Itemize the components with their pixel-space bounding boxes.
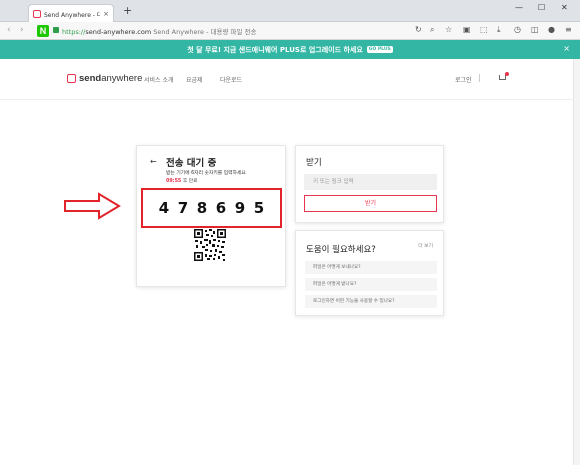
expiry-timer: 09:55 후 만료: [166, 179, 198, 184]
url-domain: send-anywhere.com: [85, 28, 152, 36]
waiting-title: 전송 대기 중: [166, 158, 217, 169]
annotation-arrow-icon: [64, 192, 121, 220]
promo-text[interactable]: 첫 달 무료! 지금 샌드애니웨어 PLUS로 업그레이드 하세요: [187, 45, 363, 55]
tab-title: Send Anywhere - 대용량: [44, 11, 101, 19]
naver-home-icon[interactable]: N: [37, 25, 49, 37]
minimize-button[interactable]: —: [515, 3, 523, 12]
key-digit: 7: [177, 199, 189, 217]
profile-icon[interactable]: ●: [548, 25, 555, 34]
url-field[interactable]: https://send-anywhere.com Send Anywhere …: [62, 26, 257, 36]
help-more-link[interactable]: 더 보기: [418, 242, 433, 249]
key-instruction: 받는 기기에 6자리 숫자키를 입력하세요: [166, 171, 246, 176]
faq-item[interactable]: 로그인하면 어떤 기능을 사용할 수 있나요?: [305, 295, 437, 308]
nav-pricing[interactable]: 요금제: [186, 75, 203, 84]
logo-text: sendanywhere: [79, 73, 143, 84]
page-scrollbar[interactable]: [573, 59, 580, 465]
site-header: sendanywhere 서비스 소개 요금제 다운로드 로그인: [0, 59, 580, 100]
sidebar-icon[interactable]: ◫: [531, 25, 539, 34]
tab-close-button[interactable]: ×: [103, 10, 109, 18]
forward-button[interactable]: ›: [20, 25, 24, 35]
help-card: 도움이 필요하세요? 더 보기 파일은 어떻게 보내나요? 파일은 어떻게 받나…: [295, 230, 444, 316]
browser-tab[interactable]: Send Anywhere - 대용량 ×: [28, 4, 114, 23]
back-arrow-icon[interactable]: ←: [150, 157, 157, 166]
key-digit: 5: [253, 199, 265, 217]
key-digit: 9: [234, 199, 246, 217]
faq-item[interactable]: 파일은 어떻게 보내나요?: [305, 261, 437, 274]
extension-icon[interactable]: ▣: [463, 25, 471, 34]
receive-card: 받기 받기: [295, 145, 444, 223]
nav-service-intro[interactable]: 서비스 소개: [144, 75, 174, 84]
qr-code: [194, 229, 226, 261]
sendanywhere-favicon-icon: [33, 10, 41, 18]
notification-dot: [505, 72, 509, 76]
address-bar: ‹ › N https://send-anywhere.com Send Any…: [0, 22, 580, 40]
faq-item[interactable]: 파일은 어떻게 받나요?: [305, 278, 437, 291]
url-protocol: https://: [62, 28, 86, 36]
url-page-title: Send Anywhere - 대용량 파일 전송: [153, 28, 257, 36]
key-digit: 6: [215, 199, 227, 217]
back-button[interactable]: ‹: [7, 25, 11, 35]
history-icon[interactable]: ◷: [514, 25, 521, 34]
cart-icon[interactable]: [498, 72, 509, 82]
site-logo[interactable]: sendanywhere: [67, 73, 142, 84]
transfer-key-box: 4 7 8 6 9 5: [141, 188, 282, 228]
browser-tab-strip: Send Anywhere - 대용량 × + — ☐ ✕: [0, 0, 580, 23]
key-or-link-input[interactable]: [304, 174, 437, 190]
receive-button[interactable]: 받기: [304, 195, 437, 212]
go-plus-badge[interactable]: GO PLUS: [366, 46, 393, 53]
key-digit: 4: [158, 199, 170, 217]
help-title: 도움이 필요하세요?: [306, 245, 376, 255]
download-icon[interactable]: ⤓: [497, 25, 501, 35]
transfer-waiting-card: ← 전송 대기 중 받는 기기에 6자리 숫자키를 입력하세요 09:55 후 …: [136, 145, 286, 287]
bookmark-star-icon[interactable]: ☆: [445, 25, 452, 34]
close-window-button[interactable]: ✕: [561, 3, 568, 12]
maximize-button[interactable]: ☐: [538, 3, 545, 12]
key-digit: 8: [196, 199, 208, 217]
lock-icon: [53, 27, 59, 33]
new-tab-button[interactable]: +: [123, 4, 132, 18]
capture-icon[interactable]: ⬚: [480, 25, 488, 34]
promo-banner: 첫 달 무료! 지금 샌드애니웨어 PLUS로 업그레이드 하세요 GO PLU…: [0, 40, 580, 59]
login-link[interactable]: 로그인: [455, 75, 472, 84]
nav-download[interactable]: 다운로드: [220, 75, 242, 84]
reload-button[interactable]: ↻: [415, 25, 422, 34]
header-divider: [479, 74, 480, 82]
logo-icon: [67, 74, 76, 83]
receive-title: 받기: [306, 158, 322, 168]
search-icon[interactable]: ⌕: [430, 25, 434, 35]
banner-close-button[interactable]: ×: [563, 44, 570, 53]
menu-icon[interactable]: ≡: [565, 25, 572, 34]
